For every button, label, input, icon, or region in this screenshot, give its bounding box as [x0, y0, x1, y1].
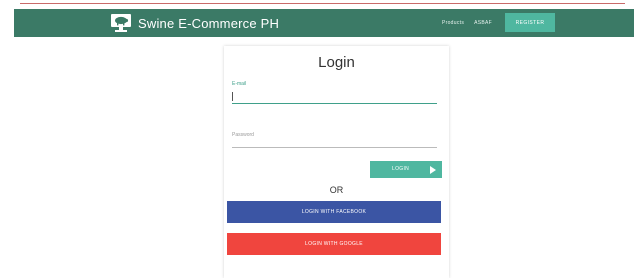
- play-arrow-icon: [430, 166, 436, 174]
- top-divider: [20, 0, 625, 4]
- email-label: E-mail: [232, 81, 247, 87]
- login-card: Login E-mail Password LOGIN OR LOGIN WIT…: [224, 46, 449, 278]
- register-button[interactable]: REGISTER: [505, 13, 555, 32]
- nav-link-products[interactable]: Products: [442, 20, 464, 26]
- nav-link-asbaf[interactable]: ASBAF: [474, 20, 492, 26]
- login-with-facebook-button[interactable]: LOGIN WITH FACEBOOK: [227, 201, 441, 223]
- password-field[interactable]: [232, 138, 437, 148]
- text-caret: [232, 92, 233, 101]
- brand[interactable]: Swine E-Commerce PH: [110, 12, 279, 34]
- login-title: Login: [318, 54, 355, 71]
- or-divider: OR: [329, 185, 344, 195]
- nav-links: Products ASBAF: [442, 16, 492, 30]
- login-button-label: LOGIN: [392, 166, 410, 172]
- navbar: Swine E-Commerce PH Products ASBAF REGIS…: [14, 9, 634, 37]
- brand-title: Swine E-Commerce PH: [138, 15, 280, 31]
- pig-monitor-logo-icon: [110, 13, 132, 33]
- login-with-google-button[interactable]: LOGIN WITH GOOGLE: [227, 233, 441, 255]
- email-field[interactable]: [232, 90, 437, 104]
- login-button[interactable]: LOGIN: [370, 161, 442, 178]
